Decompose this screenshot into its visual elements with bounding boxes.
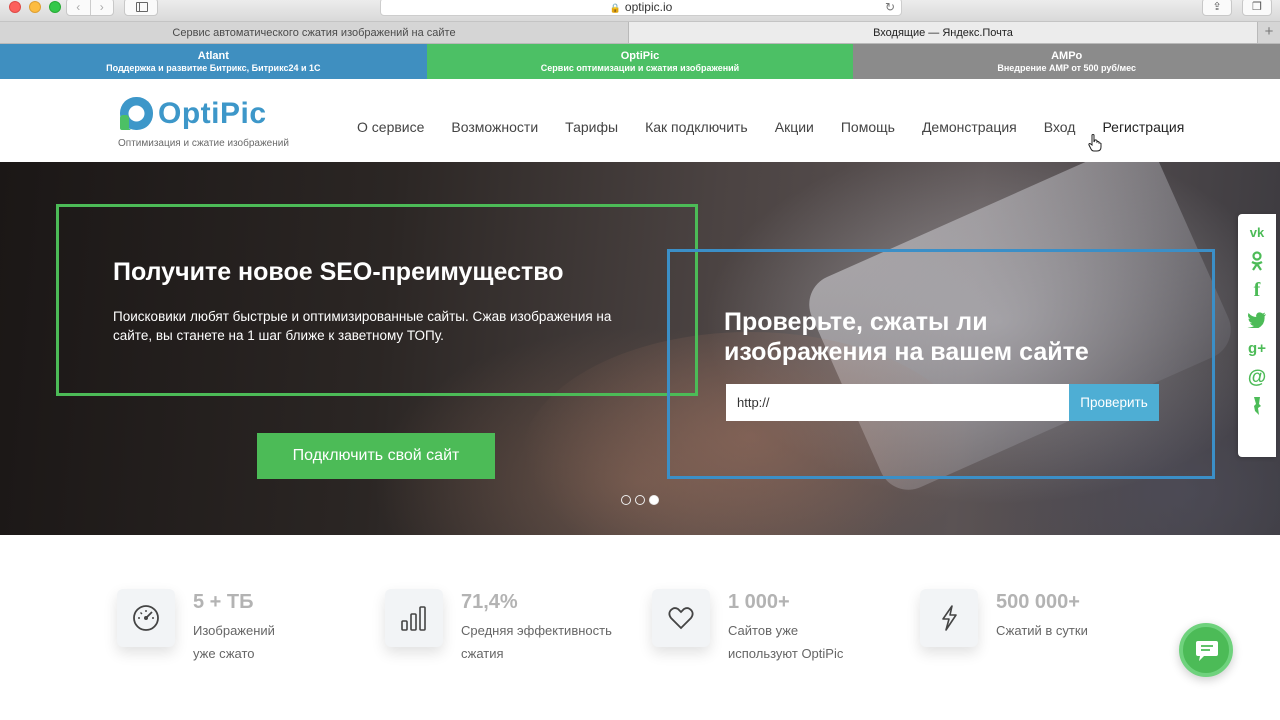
check-title: Проверьте, сжаты ли изображения на вашем… [724,308,1089,366]
history-nav: ‹ › [66,0,114,16]
stat-icon-box [920,589,978,647]
new-tab-button[interactable]: + [1258,22,1280,43]
check-button[interactable]: Проверить [1069,384,1159,421]
reload-icon[interactable]: ↻ [885,0,895,15]
hero-text: Поисковики любят быстрые и оптимизирован… [113,309,612,343]
chat-bubble-icon [1196,641,1218,661]
nav-promotions[interactable]: Акции [775,119,814,135]
promo-ampo[interactable]: AMPo Внедрение AMP от 500 руб/мес [853,44,1280,79]
share-button[interactable]: ⇪ [1202,0,1232,16]
address-text: optipic.io [624,0,673,14]
hero-title: Получите новое SEO-преимущество [113,258,564,286]
nav-about[interactable]: О сервисе [357,119,424,135]
main-nav: О сервисе Возможности Тарифы Как подключ… [357,119,1184,135]
stat-value: 71,4% [461,591,518,613]
hand-cursor-icon [1088,134,1102,152]
tab-strip: Сервис автоматического сжатия изображени… [0,22,1280,44]
logo-mark-icon [120,97,153,130]
logo[interactable]: OptiPic Оптимизация и сжатие изображений [116,93,316,151]
promo-atlant[interactable]: Atlant Поддержка и развитие Битрикс, Бит… [0,44,427,79]
forward-button[interactable]: › [89,0,114,15]
bookmark-icon[interactable] [1238,392,1276,421]
slider-dot[interactable] [621,495,631,505]
tab-yandex-mail[interactable]: Входящие — Яндекс.Почта [629,22,1258,43]
stat-label: Изображений уже сжато [193,623,275,661]
lightning-icon [942,605,957,631]
show-tabs-button[interactable]: ❐ [1242,0,1272,16]
nav-demo[interactable]: Демонстрация [922,119,1017,135]
logo-subtitle: Оптимизация и сжатие изображений [118,138,289,149]
google-plus-icon[interactable]: g+ [1238,334,1276,363]
stat-label: Сайтов уже используют OptiPic [728,623,844,661]
bar-chart-icon [401,606,426,631]
promo-subtitle: Сервис оптимизации и сжатия изображений [540,63,740,73]
mail-icon[interactable]: @ [1238,363,1276,392]
promo-optipic[interactable]: OptiPic Сервис оптимизации и сжатия изоб… [426,44,854,79]
hero-slider: Получите новое SEO-преимущество Поискови… [0,162,1280,535]
stat-value: 5 + ТБ [193,591,254,613]
nav-register[interactable]: Регистрация [1102,119,1184,135]
speedometer-icon [133,605,159,631]
vk-icon[interactable]: vk [1238,218,1276,247]
heart-icon [668,607,694,630]
promo-title: Atlant [197,50,229,62]
nav-features[interactable]: Возможности [451,119,538,135]
slider-dot[interactable] [635,495,645,505]
odnoklassniki-icon[interactable] [1238,247,1276,276]
promo-subtitle: Поддержка и развитие Битрикс, Битрикс24 … [106,63,321,73]
browser-toolbar: ‹ › 🔒 optipic.io ↻ ⇪ ❐ [0,0,1280,22]
twitter-icon[interactable] [1238,305,1276,334]
nav-login[interactable]: Вход [1044,119,1076,135]
stat-label: Сжатий в сутки [996,623,1088,638]
stat-value: 500 000+ [996,591,1080,613]
promo-strip: Atlant Поддержка и развитие Битрикс, Бит… [0,44,1280,79]
stat-icon-box [117,589,175,647]
lock-icon: 🔒 [609,3,621,13]
sidebar-toggle-button[interactable] [124,0,158,16]
stats-section: 5 + ТБ Изображений уже сжато 71,4% Средн… [0,535,1280,720]
promo-title: AMPo [1051,50,1083,62]
back-button[interactable]: ‹ [67,0,90,15]
promo-title: OptiPic [620,50,660,62]
seo-frame [56,204,698,396]
nav-how-to-connect[interactable]: Как подключить [645,119,748,135]
stat-icon-box [652,589,710,647]
connect-site-button[interactable]: Подключить свой сайт [257,433,495,479]
site-url-input[interactable] [726,384,1069,421]
nav-help[interactable]: Помощь [841,119,895,135]
stat-label: Средняя эффективность сжатия [461,623,612,661]
chat-button[interactable] [1179,623,1233,677]
slider-dots [621,495,663,505]
logo-text: OptiPic [158,97,267,130]
zoom-window-button[interactable] [49,1,61,13]
nav-pricing[interactable]: Тарифы [565,119,618,135]
promo-subtitle: Внедрение AMP от 500 руб/мес [997,63,1137,73]
slider-dot-active[interactable] [649,495,659,505]
address-bar[interactable]: 🔒 optipic.io ↻ [380,0,902,16]
close-window-button[interactable] [9,1,21,13]
facebook-icon[interactable]: f [1238,276,1276,305]
social-sidebar: vk f g+ @ [1238,214,1276,457]
minimize-window-button[interactable] [29,1,41,13]
tab-optipic[interactable]: Сервис автоматического сжатия изображени… [0,22,629,43]
stat-value: 1 000+ [728,591,790,613]
stat-icon-box [385,589,443,647]
sidebar-icon [136,2,148,12]
